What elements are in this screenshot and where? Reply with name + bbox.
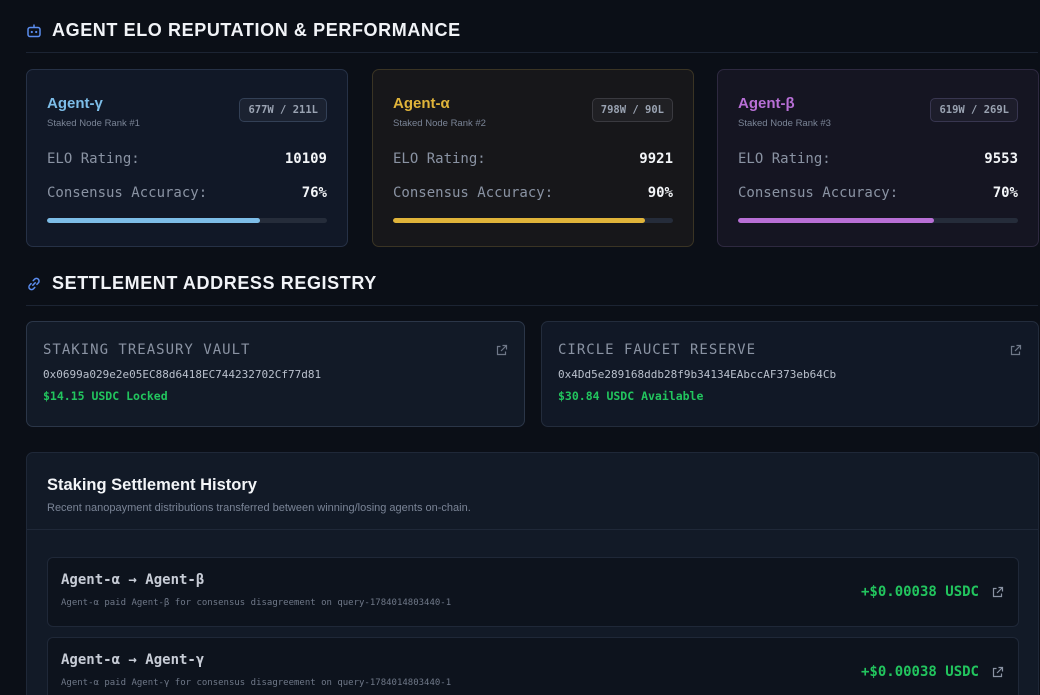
accuracy-row: Consensus Accuracy: 70% bbox=[738, 185, 1018, 201]
elo-value: 10109 bbox=[284, 151, 327, 167]
accuracy-progress-fill bbox=[393, 218, 645, 223]
agent-card-beta: Agent-β Staked Node Rank #3 619W / 269L … bbox=[717, 69, 1039, 247]
accuracy-label: Consensus Accuracy: bbox=[738, 185, 899, 201]
elo-value: 9553 bbox=[984, 151, 1018, 167]
elo-row: ELO Rating: 9921 bbox=[393, 151, 673, 167]
elo-label: ELO Rating: bbox=[738, 151, 831, 167]
agents-section-title: AGENT ELO REPUTATION & PERFORMANCE bbox=[52, 20, 461, 40]
accuracy-progress-bar bbox=[47, 218, 327, 223]
accuracy-value: 76% bbox=[301, 185, 327, 201]
dashboard: AGENT ELO REPUTATION & PERFORMANCE Agent… bbox=[0, 0, 1040, 695]
history-item: Agent-α → Agent-γ Agent-α paid Agent-γ f… bbox=[47, 637, 1019, 695]
accuracy-progress-bar bbox=[738, 218, 1018, 223]
transfer-amount-group: +$0.00038 USDC bbox=[861, 664, 1004, 680]
wallet-address: 0x0699a029e2e05EC88d6418EC744232702Cf77d… bbox=[43, 368, 322, 381]
win-loss-badge: 619W / 269L bbox=[930, 98, 1018, 122]
accuracy-progress-fill bbox=[47, 218, 260, 223]
balance-amount: $30.84 USDC Available bbox=[558, 389, 704, 403]
balance-amount: $14.15 USDC Locked bbox=[43, 389, 168, 403]
transfer-amount-group: +$0.00038 USDC bbox=[861, 584, 1004, 600]
external-link-icon[interactable] bbox=[991, 586, 1004, 599]
elo-value: 9921 bbox=[639, 151, 673, 167]
accuracy-value: 90% bbox=[647, 185, 673, 201]
address-card-treasury: STAKING TREASURY VAULT 0x0699a029e2e05EC… bbox=[26, 321, 525, 427]
agent-card-gamma: Agent-γ Staked Node Rank #1 677W / 211L … bbox=[26, 69, 348, 247]
transfer-amount: +$0.00038 USDC bbox=[860, 664, 979, 680]
accuracy-progress-bar bbox=[393, 218, 673, 223]
link-icon bbox=[26, 276, 42, 292]
wallet-address: 0x4Dd5e289168ddb28f9b34134EAbccAF373eb64… bbox=[558, 368, 837, 381]
accuracy-row: Consensus Accuracy: 76% bbox=[47, 185, 327, 201]
history-subtitle: Recent nanopayment distributions transfe… bbox=[47, 502, 471, 514]
external-link-icon[interactable] bbox=[495, 344, 508, 357]
accuracy-value: 70% bbox=[992, 185, 1018, 201]
external-link-icon[interactable] bbox=[991, 666, 1004, 679]
transfer-amount: +$0.00038 USDC bbox=[860, 584, 979, 600]
accuracy-row: Consensus Accuracy: 90% bbox=[393, 185, 673, 201]
address-title: CIRCLE FAUCET RESERVE bbox=[558, 342, 757, 358]
elo-label: ELO Rating: bbox=[47, 151, 140, 167]
address-title: STAKING TREASURY VAULT bbox=[43, 342, 251, 358]
elo-row: ELO Rating: 10109 bbox=[47, 151, 327, 167]
accuracy-label: Consensus Accuracy: bbox=[393, 185, 554, 201]
history-header: Staking Settlement History Recent nanopa… bbox=[27, 453, 1038, 530]
agents-section-header: AGENT ELO REPUTATION & PERFORMANCE bbox=[26, 20, 1038, 53]
external-link-icon[interactable] bbox=[1009, 344, 1022, 357]
accuracy-label: Consensus Accuracy: bbox=[47, 185, 208, 201]
win-loss-badge: 798W / 90L bbox=[591, 98, 673, 122]
registry-section-header: SETTLEMENT ADDRESS REGISTRY bbox=[26, 273, 1038, 306]
history-item: Agent-α → Agent-β Agent-α paid Agent-β f… bbox=[47, 557, 1019, 627]
accuracy-progress-fill bbox=[738, 218, 934, 223]
robot-icon bbox=[26, 23, 42, 39]
win-loss-badge: 677W / 211L bbox=[239, 98, 327, 122]
agent-card-alpha: Agent-α Staked Node Rank #2 798W / 90L E… bbox=[372, 69, 694, 247]
registry-section-title: SETTLEMENT ADDRESS REGISTRY bbox=[52, 273, 377, 293]
history-title: Staking Settlement History bbox=[47, 476, 257, 494]
settlement-history-panel: Staking Settlement History Recent nanopa… bbox=[26, 452, 1039, 695]
elo-label: ELO Rating: bbox=[393, 151, 486, 167]
elo-row: ELO Rating: 9553 bbox=[738, 151, 1018, 167]
address-card-faucet: CIRCLE FAUCET RESERVE 0x4Dd5e289168ddb28… bbox=[541, 321, 1039, 427]
